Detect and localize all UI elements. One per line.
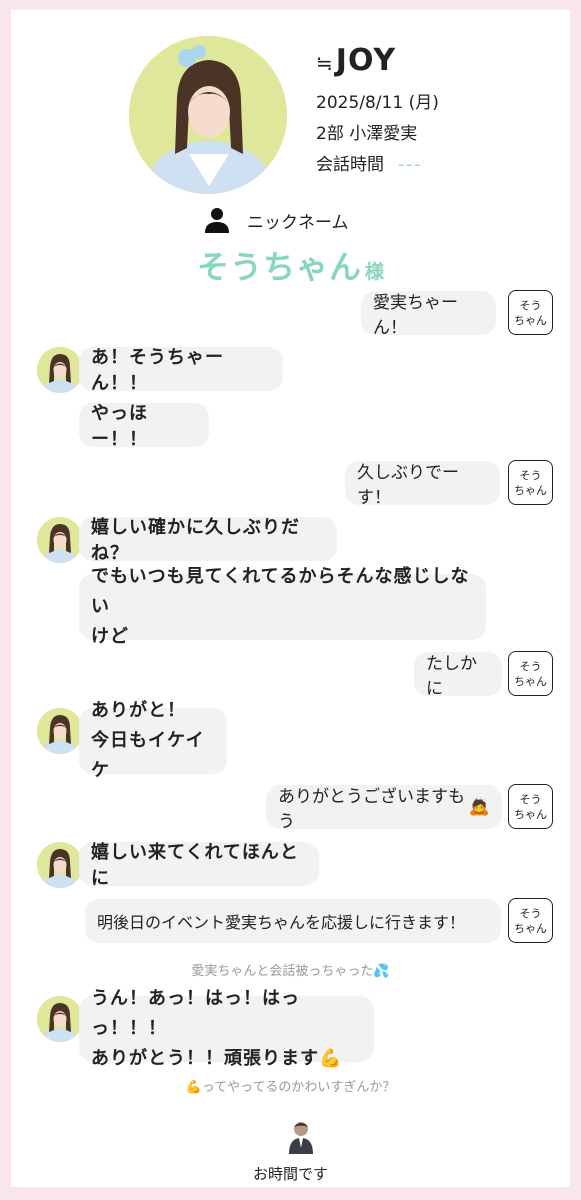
nickname-value: そうちゃん様 bbox=[196, 248, 385, 286]
fan-badge: そう ちゃん bbox=[508, 460, 553, 505]
nickname-label: ニックネーム bbox=[247, 212, 349, 233]
fan-message: 久しぶりでーす！ bbox=[345, 461, 500, 508]
person-in-suit-icon bbox=[289, 1122, 313, 1154]
flexed-biceps-icon: 💪 bbox=[185, 1080, 202, 1095]
member-avatar-small bbox=[37, 996, 83, 1042]
idol-message: 嬉しい確かに久しぶりだね？ bbox=[79, 517, 337, 564]
chat-report-card: ≒JOY 2025/8/11 (月) 2部 小澤愛実 会話時間 --- ニックネー… bbox=[11, 10, 570, 1187]
fan-message: 明後日のイベント愛実ちゃんを応援しに行きます！ bbox=[85, 899, 501, 943]
member-avatar-small bbox=[37, 842, 83, 888]
fan-badge: そう ちゃん bbox=[508, 784, 553, 829]
member-avatar bbox=[129, 36, 287, 194]
fan-badge: そう ちゃん bbox=[508, 651, 553, 696]
session-member: 2部 小澤愛実 bbox=[316, 124, 418, 144]
event-date: 2025/8/11 (月) bbox=[316, 93, 439, 113]
idol-message: ありがと！ 今日もイケイケ bbox=[79, 700, 227, 781]
flexed-biceps-icon: 💪 bbox=[319, 1048, 343, 1069]
overlap-note: 愛実ちゃんと会話被っちゃった💦 bbox=[191, 964, 390, 979]
comment-note: 💪ってやってるのかわいすぎんか？ bbox=[185, 1080, 396, 1095]
sweat-droplets-icon: 💦 bbox=[373, 964, 390, 979]
fan-message: 愛実ちゃーん！ bbox=[361, 291, 496, 338]
brand-logo: ≒JOY bbox=[316, 43, 397, 78]
idol-message: でもいつも見てくれてるからそんな感じしない けど bbox=[79, 566, 486, 647]
nickname-row: ニックネーム bbox=[205, 207, 349, 233]
fan-badge: そう ちゃん bbox=[508, 290, 553, 335]
fan-badge: そう ちゃん bbox=[508, 898, 553, 943]
member-avatar-small bbox=[37, 517, 83, 563]
fan-message: ありがとうございますもう 🙇 bbox=[266, 785, 502, 832]
idol-message: あ！そうちゃーん！！ bbox=[79, 347, 283, 394]
bowing-emoji-icon: 🙇 bbox=[468, 797, 490, 817]
session-info: ≒JOY 2025/8/11 (月) 2部 小澤愛実 会話時間 --- bbox=[316, 42, 439, 175]
idol-message: やっほー！！ bbox=[79, 403, 209, 450]
talk-time: 会話時間 --- bbox=[316, 155, 423, 175]
member-avatar-small bbox=[37, 708, 83, 754]
member-avatar-small bbox=[37, 347, 83, 393]
idol-message: うん！あっ！はっ！はっっ！！！ ありがとう！！頑張ります💪 bbox=[79, 988, 374, 1069]
session-end-text: お時間です bbox=[252, 1165, 328, 1183]
idol-message: 嬉しい来てくれてほんとに bbox=[79, 842, 319, 889]
fan-message: たしかに bbox=[414, 652, 502, 699]
person-icon bbox=[205, 208, 229, 233]
